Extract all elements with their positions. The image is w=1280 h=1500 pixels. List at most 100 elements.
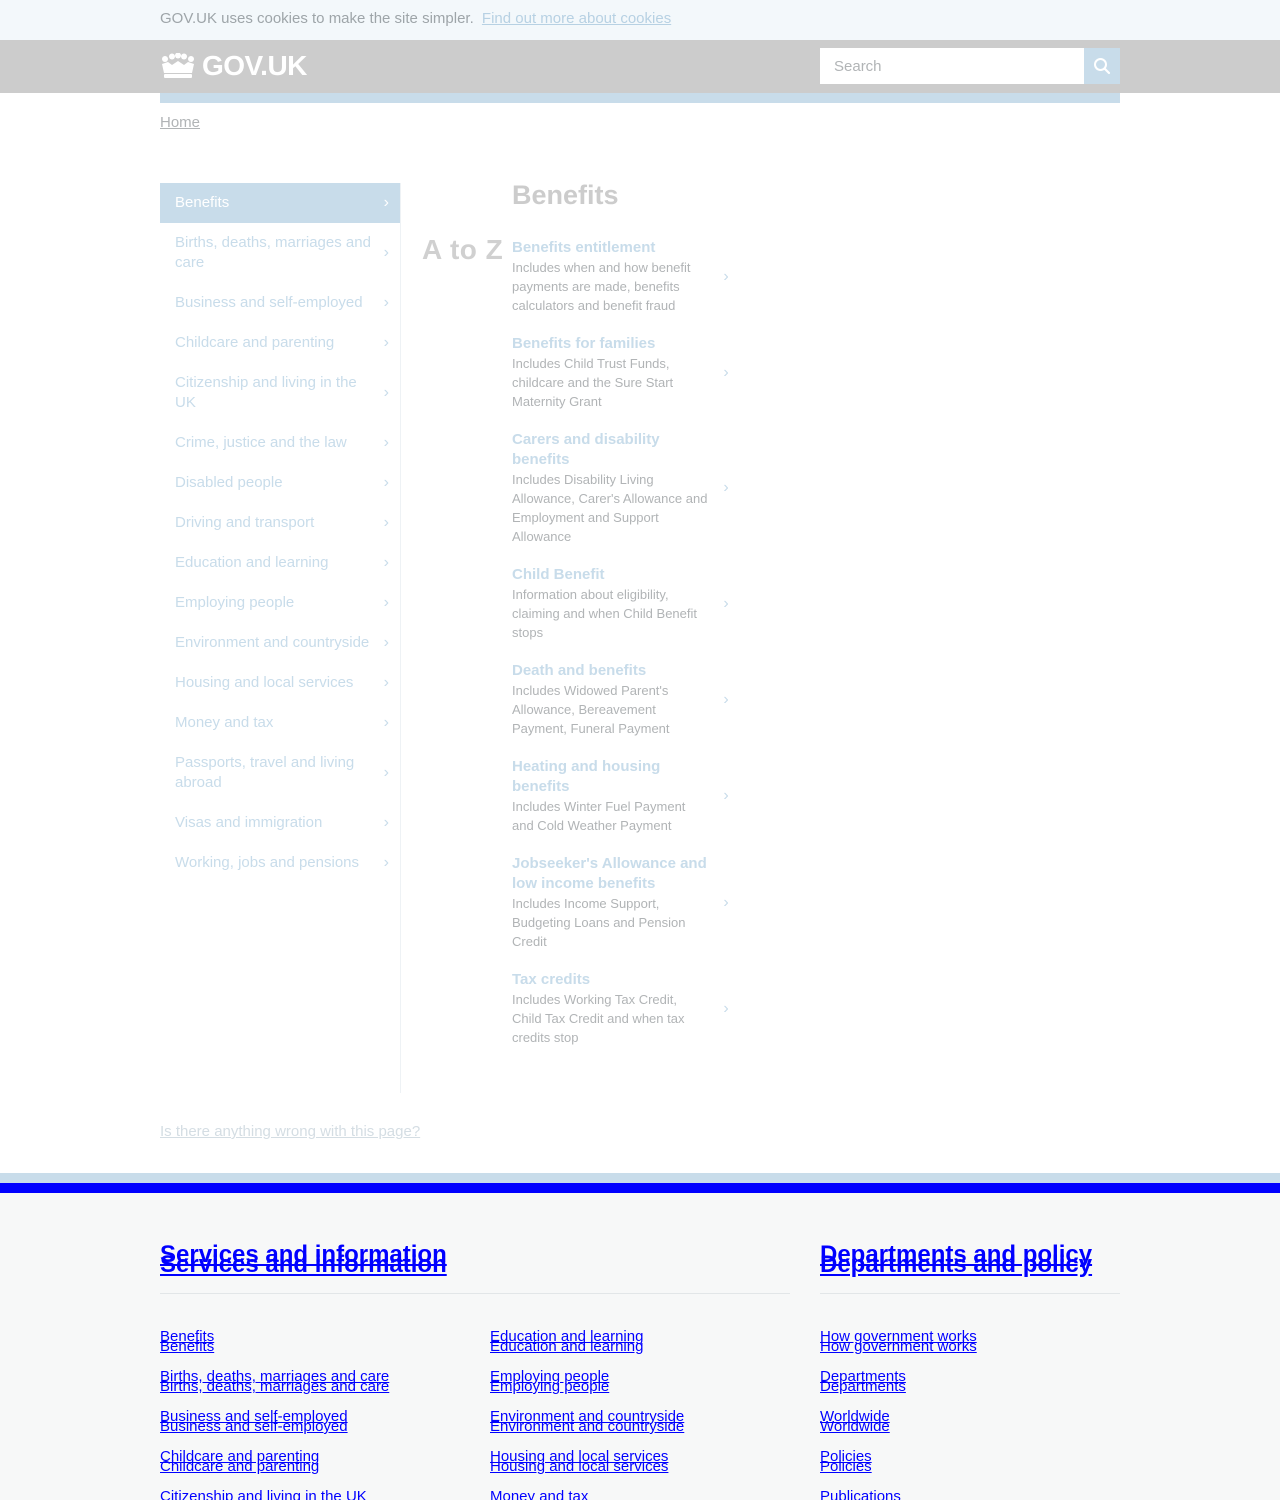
- footer-link[interactable]: Employing people: [490, 1368, 609, 1385]
- topic-jobseekers-allowance[interactable]: Jobseeker's Allowance and low income ben…: [512, 854, 732, 951]
- footer-link[interactable]: Worldwide: [820, 1408, 890, 1425]
- topic-death-and-benefits[interactable]: Death and benefits Includes Widowed Paren…: [512, 661, 732, 738]
- nav-item-business[interactable]: Business and self-employed ›: [160, 283, 400, 323]
- topic-title: Carers and disability benefits: [512, 431, 660, 468]
- nav-item-births-deaths[interactable]: Births, deaths, marriages and care ›: [160, 223, 400, 283]
- topic-child-benefit[interactable]: Child Benefit Information about eligibili…: [512, 565, 732, 642]
- atoz-link[interactable]: A to Z: [422, 234, 503, 266]
- topic-list: Benefits entitlement Includes when and ho…: [512, 238, 732, 1066]
- nav-item-label: Business and self-employed: [175, 294, 363, 311]
- chevron-right-icon: ›: [383, 514, 389, 531]
- header-accent-bar: [160, 93, 1120, 103]
- nav-item-label: Environment and countryside: [175, 634, 370, 651]
- chevron-right-icon: ›: [383, 814, 389, 831]
- nav-item-money-tax[interactable]: Money and tax ›: [160, 703, 400, 743]
- chevron-right-icon: ›: [723, 479, 729, 496]
- chevron-right-icon: ›: [383, 854, 389, 871]
- cookie-info-link[interactable]: Find out more about cookies: [482, 10, 671, 27]
- nav-item-label: Employing people: [175, 594, 295, 611]
- list-item: Departments: [820, 1368, 977, 1408]
- list-item: Publications: [820, 1488, 977, 1500]
- nav-item-label: Education and learning: [175, 554, 329, 571]
- list-item: Money and tax: [490, 1488, 684, 1500]
- search-input[interactable]: [820, 48, 1084, 84]
- footer-services-title[interactable]: Services and information: [160, 1241, 447, 1269]
- govuk-wordmark: GOV.UK: [202, 50, 307, 81]
- topic-benefits-entitlement[interactable]: Benefits entitlement Includes when and ho…: [512, 238, 732, 315]
- footer-link[interactable]: Policies: [820, 1448, 872, 1465]
- nav-item-childcare[interactable]: Childcare and parenting ›: [160, 323, 400, 363]
- nav-item-label: Working, jobs and pensions: [175, 854, 359, 871]
- nav-item-education[interactable]: Education and learning ›: [160, 543, 400, 583]
- list-item: Citizenship and living in the UK: [160, 1488, 389, 1500]
- nav-item-visas[interactable]: Visas and immigration ›: [160, 803, 400, 843]
- chevron-right-icon: ›: [723, 999, 729, 1017]
- footer-departments-title[interactable]: Departments and policy: [820, 1241, 1092, 1269]
- nav-item-benefits[interactable]: Benefits ›: [160, 183, 400, 223]
- chevron-right-icon: ›: [383, 594, 389, 611]
- report-problem-link[interactable]: Is there anything wrong with this page?: [160, 1123, 420, 1140]
- chevron-right-icon: ›: [723, 267, 729, 285]
- footer-link[interactable]: How government works: [820, 1328, 977, 1345]
- topic-description: Includes Child Trust Funds, childcare an…: [512, 356, 674, 409]
- nav-item-label: Crime, justice and the law: [175, 434, 347, 451]
- list-item: Housing and local services: [490, 1448, 684, 1488]
- topic-description: Includes Widowed Parent's Allowance, Ber…: [512, 683, 670, 736]
- list-item: Benefits: [160, 1328, 389, 1368]
- site-footer: Services and information Departments and…: [0, 1173, 1280, 1500]
- footer-link[interactable]: Births, deaths, marriages and care: [160, 1368, 389, 1385]
- list-item: Environment and countryside: [490, 1408, 684, 1448]
- footer-link[interactable]: Environment and countryside: [490, 1408, 684, 1425]
- nav-item-label: Visas and immigration: [175, 814, 323, 831]
- list-item: Business and self-employed: [160, 1408, 389, 1448]
- breadcrumb: Home: [160, 114, 200, 131]
- footer-link[interactable]: Benefits: [160, 1328, 214, 1345]
- nav-item-environment[interactable]: Environment and countryside ›: [160, 623, 400, 663]
- nav-item-label: Housing and local services: [175, 674, 354, 691]
- nav-item-citizenship[interactable]: Citizenship and living in the UK ›: [160, 363, 400, 423]
- breadcrumb-home-link[interactable]: Home: [160, 114, 200, 131]
- nav-item-passports[interactable]: Passports, travel and living abroad ›: [160, 743, 400, 803]
- chevron-right-icon: ›: [383, 294, 389, 311]
- nav-item-label: Citizenship and living in the UK: [175, 374, 357, 411]
- footer-link[interactable]: Education and learning: [490, 1328, 643, 1345]
- topic-description: Includes when and how benefit payments a…: [512, 260, 691, 313]
- topic-carers-disability[interactable]: Carers and disability benefits Includes D…: [512, 430, 732, 546]
- nav-item-driving[interactable]: Driving and transport ›: [160, 503, 400, 543]
- footer-divider: [160, 1293, 790, 1294]
- chevron-right-icon: ›: [383, 194, 389, 211]
- footer-link[interactable]: Business and self-employed: [160, 1408, 348, 1425]
- topic-tax-credits[interactable]: Tax credits Includes Working Tax Credit, …: [512, 970, 732, 1047]
- list-item: Employing people: [490, 1368, 684, 1408]
- search-button[interactable]: [1084, 48, 1120, 84]
- footer-link[interactable]: Citizenship and living in the UK: [160, 1488, 367, 1500]
- footer-accent-bar: [0, 1173, 1280, 1183]
- footer-link[interactable]: Housing and local services: [490, 1448, 668, 1465]
- footer-divider: [820, 1293, 1120, 1294]
- chevron-right-icon: ›: [383, 244, 389, 261]
- footer-link[interactable]: Departments: [820, 1368, 906, 1385]
- footer-services-list-1: Benefits Births, deaths, marriages and c…: [160, 1328, 389, 1500]
- search-form: [820, 48, 1120, 84]
- topic-description: Includes Working Tax Credit, Child Tax C…: [512, 992, 685, 1045]
- nav-item-label: Driving and transport: [175, 514, 315, 531]
- browse-nav: Benefits › Births, deaths, marriages and …: [160, 183, 401, 1093]
- footer-link[interactable]: Money and tax: [490, 1488, 588, 1500]
- topic-title: Benefits entitlement: [512, 239, 656, 256]
- topic-benefits-for-families[interactable]: Benefits for families Includes Child Trus…: [512, 334, 732, 411]
- footer-link[interactable]: Childcare and parenting: [160, 1448, 319, 1465]
- topic-title: Tax credits: [512, 971, 591, 988]
- nav-item-label: Money and tax: [175, 714, 274, 731]
- govuk-logo[interactable]: GOV.UK: [160, 50, 307, 82]
- nav-item-housing[interactable]: Housing and local services ›: [160, 663, 400, 703]
- nav-item-disabled-people[interactable]: Disabled people ›: [160, 463, 400, 503]
- chevron-right-icon: ›: [383, 434, 389, 451]
- cookie-message: GOV.UK uses cookies to make the site sim…: [160, 10, 474, 27]
- topic-heating-housing[interactable]: Heating and housing benefits Includes Win…: [512, 757, 732, 835]
- nav-item-working-jobs[interactable]: Working, jobs and pensions ›: [160, 843, 400, 883]
- chevron-right-icon: ›: [723, 594, 729, 612]
- footer-link[interactable]: Publications: [820, 1488, 901, 1500]
- nav-item-crime-justice[interactable]: Crime, justice and the law ›: [160, 423, 400, 463]
- nav-item-employing-people[interactable]: Employing people ›: [160, 583, 400, 623]
- list-item: Childcare and parenting: [160, 1448, 389, 1488]
